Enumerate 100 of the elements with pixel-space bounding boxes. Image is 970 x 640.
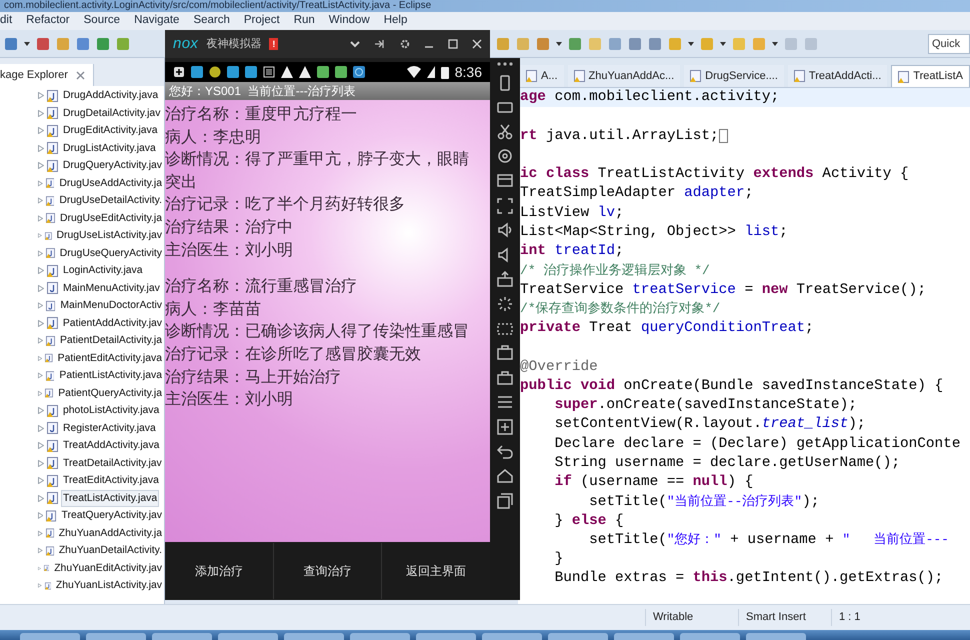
menu-item[interactable]: Navigate: [134, 12, 180, 30]
menu-item[interactable]: Project: [244, 12, 280, 30]
expand-arrow-icon[interactable]: [38, 320, 44, 327]
file-tree-item[interactable]: DrugUseDetailActivity.: [57, 192, 164, 210]
file-tree-item[interactable]: TreatQueryActivity.jav: [60, 507, 164, 524]
quick-access-field[interactable]: Quick: [928, 34, 970, 54]
file-tree-item[interactable]: ZhuYuanDetailActivity.: [56, 542, 164, 560]
close-icon[interactable]: [472, 39, 482, 49]
file-tree-item[interactable]: PatientEditActivity.java: [56, 350, 164, 367]
expand-arrow-icon[interactable]: [38, 512, 44, 520]
caret-icon[interactable]: [24, 42, 30, 46]
caret-icon[interactable]: [556, 42, 562, 46]
expand-arrow-icon[interactable]: [38, 337, 43, 344]
file-tree-item[interactable]: DrugAddActivity.java: [61, 87, 160, 104]
toolbar-icon[interactable]: [700, 36, 714, 50]
toolbar-icon[interactable]: [628, 36, 642, 50]
menu-item[interactable]: Help: [384, 12, 408, 30]
toolbox-icon[interactable]: [497, 370, 513, 386]
file-tree-item[interactable]: DrugDetailActivity.jav: [61, 104, 162, 122]
fullscreen-icon[interactable]: [497, 198, 513, 214]
maximize-icon[interactable]: [448, 39, 458, 49]
screen-icon[interactable]: [497, 172, 513, 189]
file-tree-item[interactable]: PatientAddActivity.jav: [60, 314, 164, 332]
expand-arrow-icon[interactable]: [38, 110, 44, 117]
more-icon[interactable]: [497, 62, 513, 66]
editor-tab[interactable]: TreatAddActi...: [788, 65, 888, 87]
expand-arrow-icon[interactable]: [38, 284, 44, 292]
toolbar-icon[interactable]: [116, 36, 130, 50]
menu-item[interactable]: Run: [294, 12, 315, 30]
expand-arrow-icon[interactable]: [38, 442, 44, 450]
expand-arrow-icon[interactable]: [38, 424, 44, 432]
editor-tab[interactable]: A...: [520, 65, 564, 87]
view-tab[interactable]: kage Explorer: [0, 64, 94, 86]
menu-item[interactable]: Search: [193, 12, 230, 30]
scissors-icon[interactable]: [497, 124, 513, 140]
file-tree-item[interactable]: LoginActivity.java: [61, 262, 145, 280]
expand-arrow-icon[interactable]: [38, 197, 43, 204]
file-tree-item[interactable]: ZhuYuanAddActivity.ja: [56, 524, 164, 542]
location-icon[interactable]: [497, 148, 513, 164]
expand-arrow-icon[interactable]: [38, 582, 42, 590]
file-tree-item[interactable]: RegisterActivity.java: [61, 420, 158, 437]
expand-arrow-icon[interactable]: [38, 477, 44, 484]
file-tree-item[interactable]: ZhuYuanListActivity.jav: [54, 577, 164, 594]
recent-apps-icon[interactable]: [497, 492, 513, 509]
file-tree-item[interactable]: DrugUseEditActivity.ja: [58, 210, 164, 227]
toolbar-icon[interactable]: [36, 36, 50, 50]
expand-arrow-icon[interactable]: [38, 92, 44, 100]
toolbar-icon[interactable]: [76, 36, 90, 50]
expand-arrow-icon[interactable]: [38, 460, 44, 467]
record-icon[interactable]: [497, 320, 513, 337]
camera-icon[interactable]: [497, 345, 513, 362]
expand-arrow-icon[interactable]: [38, 180, 43, 187]
caret-icon[interactable]: [772, 42, 778, 46]
expand-arrow-icon[interactable]: [38, 144, 44, 152]
back-icon[interactable]: [497, 444, 513, 460]
toolbar-icon[interactable]: [668, 36, 682, 50]
toolbar-icon[interactable]: [752, 36, 766, 50]
toolbar-icon[interactable]: [536, 36, 550, 50]
file-tree-item[interactable]: MainMenuActivity.jav: [61, 280, 162, 297]
file-tree-item[interactable]: DrugEditActivity.java: [61, 122, 160, 140]
toolbar-icon[interactable]: [96, 36, 110, 50]
spinner-icon[interactable]: [497, 296, 513, 312]
expand-arrow-icon[interactable]: [38, 564, 41, 572]
file-tree-item[interactable]: DrugUseQueryActivity: [58, 244, 164, 262]
file-tree-item[interactable]: DrugUseListActivity.jav: [54, 227, 164, 244]
caret-icon[interactable]: [688, 42, 694, 46]
menu-item[interactable]: Refactor: [26, 12, 70, 30]
expand-arrow-icon[interactable]: [38, 547, 43, 554]
file-tree-item[interactable]: PatientQueryActivity.ja: [56, 384, 164, 402]
expand-arrow-icon[interactable]: [38, 354, 42, 362]
toolbar-icon[interactable]: [568, 36, 582, 50]
settings-icon[interactable]: [400, 39, 410, 49]
toolbar-icon[interactable]: [608, 36, 622, 50]
toolbar-icon[interactable]: [648, 36, 662, 50]
file-tree-item[interactable]: MainMenuDoctorActiv: [58, 297, 164, 314]
menu-item[interactable]: Window: [328, 12, 370, 30]
toolbar-icon[interactable]: [4, 36, 18, 50]
volume-up-icon[interactable]: [497, 222, 513, 238]
editor-tab[interactable]: TreatListA: [891, 65, 970, 87]
expand-arrow-icon[interactable]: [38, 407, 44, 414]
toolbar-icon[interactable]: [56, 36, 70, 50]
expand-arrow-icon[interactable]: [38, 494, 44, 502]
file-tree-item[interactable]: PatientListActivity.java: [57, 367, 164, 384]
expand-arrow-icon[interactable]: [38, 267, 44, 274]
menu-item[interactable]: Source: [84, 12, 120, 30]
caret-icon[interactable]: [720, 42, 726, 46]
editor-tab[interactable]: DrugService....: [684, 65, 784, 87]
file-tree-item[interactable]: TreatListActivity.java: [61, 490, 160, 507]
file-tree-item[interactable]: TreatEditActivity.java: [61, 472, 161, 490]
expand-arrow-icon[interactable]: [38, 162, 44, 170]
expand-arrow-icon[interactable]: [38, 302, 44, 310]
toolbar-icon[interactable]: [516, 36, 530, 50]
file-tree-item[interactable]: DrugQueryActivity.jav: [60, 157, 164, 174]
file-tree-item[interactable]: TreatAddActivity.java: [61, 437, 162, 454]
toolbar-icon[interactable]: [496, 36, 510, 50]
menu-item[interactable]: dit: [0, 12, 12, 30]
file-tree-item[interactable]: DrugListActivity.java: [61, 140, 158, 157]
menu-icon[interactable]: [497, 394, 513, 410]
file-tree-item[interactable]: PatientDetailActivity.ja: [58, 332, 164, 350]
chevron-down-icon[interactable]: [350, 40, 360, 48]
